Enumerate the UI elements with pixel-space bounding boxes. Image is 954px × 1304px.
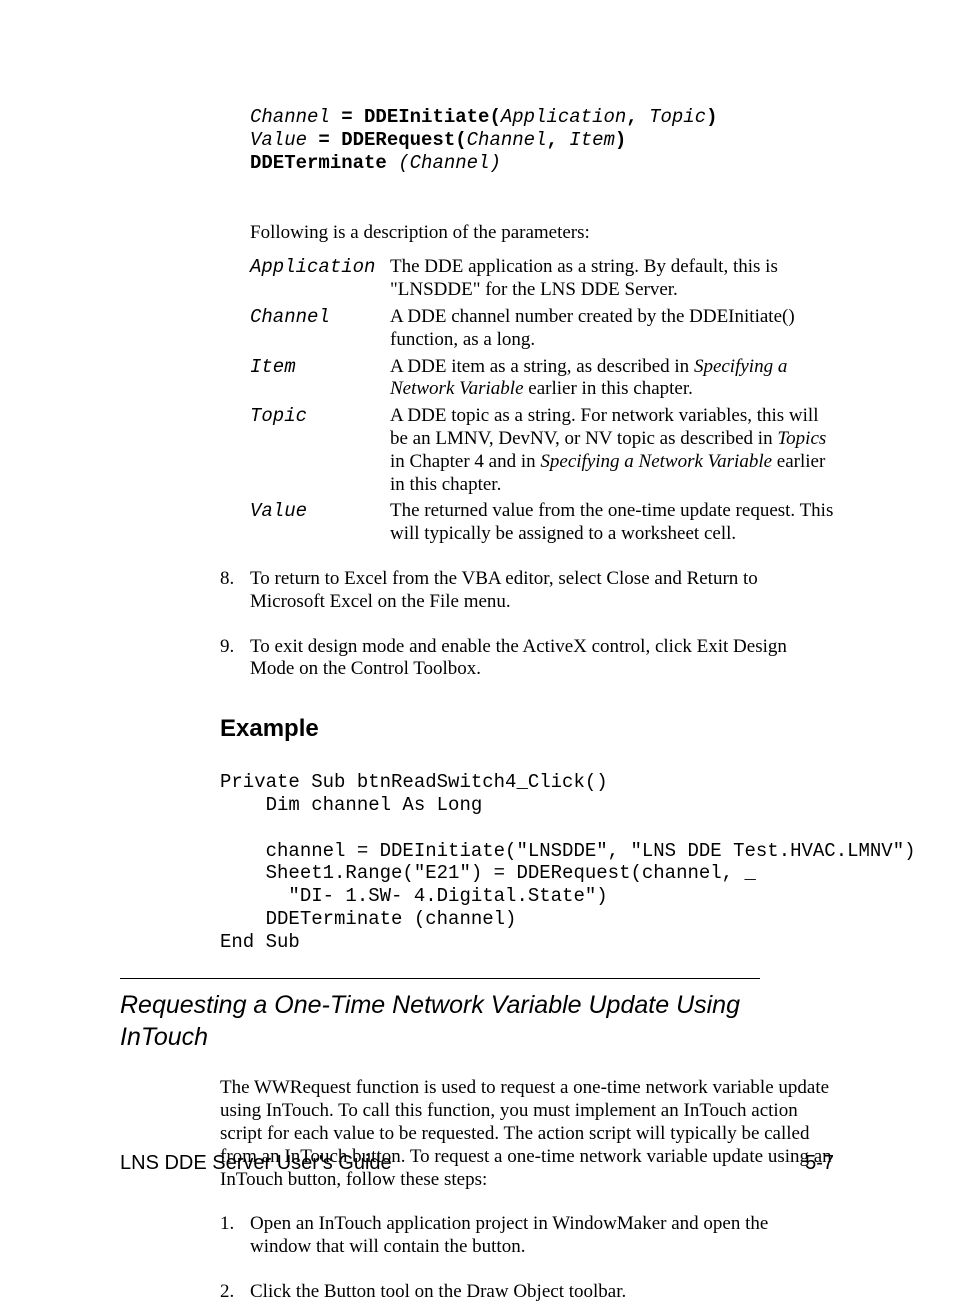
text: in Chapter 4 and in [390, 451, 540, 472]
document-page: Channel = DDEInitiate(Application, Topic… [0, 0, 954, 1235]
param-row: Value The returned value from the one-ti… [250, 500, 834, 546]
list-number: 8. [220, 568, 250, 614]
text: A DDE item as a string, as described in [390, 356, 694, 377]
list-number: 1. [220, 1213, 250, 1259]
list-number: 9. [220, 636, 250, 682]
list-text: Open an InTouch application project in W… [250, 1213, 834, 1259]
param-name: Item [250, 356, 390, 379]
text-italic: Specifying a Network Variable [540, 451, 772, 472]
example-heading: Example [220, 715, 834, 743]
list-text: To exit design mode and enable the Activ… [250, 636, 834, 682]
param-desc: A DDE item as a string, as described in … [390, 356, 834, 402]
code-token: ) [615, 129, 626, 151]
list-item: 8. To return to Excel from the VBA edito… [220, 568, 834, 614]
param-name: Application [250, 256, 390, 279]
code-syntax: Channel = DDEInitiate(Application, Topic… [250, 106, 834, 174]
list-number: 2. [220, 1281, 250, 1304]
code-token: ) [706, 106, 717, 128]
code-token: ( [398, 152, 409, 174]
param-desc: A DDE channel number created by the DDEI… [390, 306, 834, 352]
footer-page-number: 5-7 [805, 1152, 834, 1175]
text: A DDE topic as a string. For network var… [390, 405, 819, 449]
section-title: Requesting a One-Time Network Variable U… [120, 989, 834, 1054]
code-token: Channel) [410, 152, 501, 174]
param-row: Topic A DDE topic as a string. For netwo… [250, 405, 834, 496]
param-desc: A DDE topic as a string. For network var… [390, 405, 834, 496]
list-text: To return to Excel from the VBA editor, … [250, 568, 834, 614]
param-row: Channel A DDE channel number created by … [250, 306, 834, 352]
list-item: 9. To exit design mode and enable the Ac… [220, 636, 834, 682]
code-token: Topic [649, 106, 706, 128]
section-divider [120, 978, 760, 979]
page-footer: LNS DDE Server User's Guide 5-7 [120, 1152, 834, 1175]
code-token: DDETerminate [250, 152, 398, 174]
example-code-block: Private Sub btnReadSwitch4_Click() Dim c… [220, 771, 834, 953]
param-row: Application The DDE application as a str… [250, 256, 834, 302]
param-name: Topic [250, 405, 390, 428]
intro-text: Following is a description of the parame… [250, 222, 834, 244]
text-italic: Topics [777, 428, 826, 449]
code-token: = DDERequest( [307, 129, 467, 151]
code-token: Value [250, 129, 307, 151]
code-token: , [626, 106, 649, 128]
list-item: 2. Click the Button tool on the Draw Obj… [220, 1281, 834, 1304]
code-token: Channel [250, 106, 330, 128]
list-item: 1. Open an InTouch application project i… [220, 1213, 834, 1259]
list-text: Click the Button tool on the Draw Object… [250, 1281, 834, 1304]
param-desc: The returned value from the one-time upd… [390, 500, 834, 546]
code-token: Channel [467, 129, 547, 151]
code-token: Item [569, 129, 615, 151]
param-name: Value [250, 500, 390, 523]
text: earlier in this chapter. [524, 378, 693, 399]
parameter-table: Application The DDE application as a str… [250, 256, 834, 546]
code-token: , [546, 129, 569, 151]
code-token: = DDEInitiate( [330, 106, 501, 128]
code-token: Application [501, 106, 626, 128]
param-name: Channel [250, 306, 390, 329]
param-desc: The DDE application as a string. By defa… [390, 256, 834, 302]
footer-title: LNS DDE Server User's Guide [120, 1152, 392, 1175]
param-row: Item A DDE item as a string, as describe… [250, 356, 834, 402]
